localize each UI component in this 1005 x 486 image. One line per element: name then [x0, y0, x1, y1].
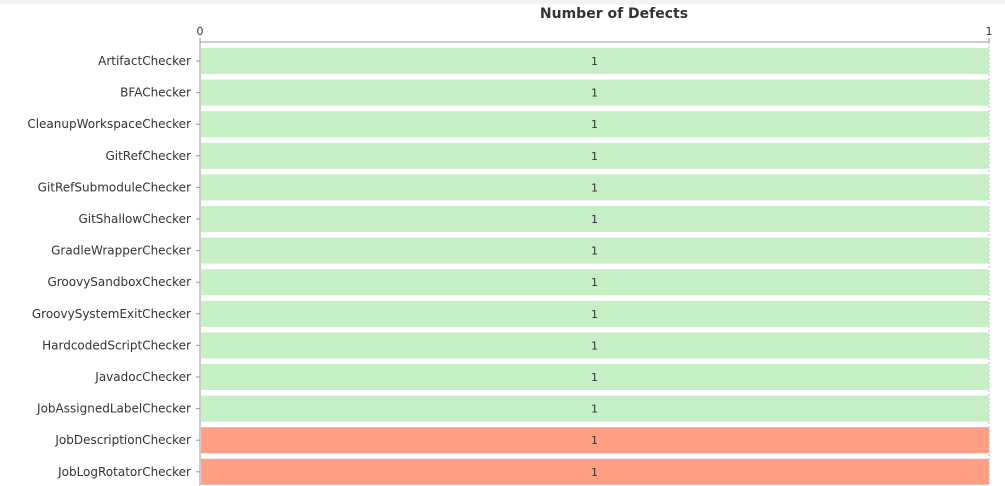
bar-row: GroovySystemExitChecker 1 [32, 300, 989, 327]
bar-value-label: 1 [591, 434, 598, 447]
bar-row: BFAChecker 1 [120, 79, 989, 106]
category-label: GitShallowChecker [78, 212, 191, 226]
bar-row: JobAssignedLabelChecker 1 [36, 395, 989, 422]
x-axis-title: Number of Defects [540, 6, 688, 22]
x-tick-label: 1 [986, 25, 993, 38]
bar-value-label: 1 [591, 371, 598, 384]
category-label: GroovySandboxChecker [47, 275, 191, 289]
category-label: JobLogRotatorChecker [57, 465, 191, 479]
category-label: GitRefSubmoduleChecker [38, 180, 191, 194]
bar-row: JavadocChecker 1 [94, 364, 989, 390]
bar-value-label: 1 [591, 181, 598, 194]
bar-row: JobDescriptionChecker 1 [54, 427, 989, 454]
bar-row: GitShallowChecker 1 [78, 206, 989, 232]
category-label: JobAssignedLabelChecker [36, 402, 191, 416]
bar-row: GradleWrapperChecker 1 [51, 237, 989, 264]
bar-value-label: 1 [591, 276, 598, 289]
category-label: ArtifactChecker [98, 54, 191, 68]
bar-row: GitRefSubmoduleChecker 1 [38, 174, 989, 201]
bar-value-label: 1 [591, 118, 598, 131]
category-label: GradleWrapperChecker [51, 244, 191, 258]
category-label: BFAChecker [120, 86, 191, 100]
x-tick-label: 0 [197, 25, 204, 38]
category-label: GroovySystemExitChecker [32, 307, 191, 321]
category-label: CleanupWorkspaceChecker [27, 117, 191, 131]
bars: ArtifactChecker 1BFAChecker 1CleanupWorksp… [27, 48, 989, 485]
bar-row: JobLogRotatorChecker 1 [57, 458, 989, 485]
category-label: JobDescriptionChecker [54, 433, 191, 447]
bar-value-label: 1 [591, 466, 598, 479]
bar-row: GroovySandboxChecker 1 [47, 269, 989, 296]
bar-value-label: 1 [591, 87, 598, 100]
bar-value-label: 1 [591, 308, 598, 321]
bar-value-label: 1 [591, 403, 598, 416]
bar-row: ArtifactChecker 1 [98, 48, 989, 74]
bar-value-label: 1 [591, 213, 598, 226]
bar-value-label: 1 [591, 245, 598, 258]
defects-chart: Number of Defects 01 ArtifactChecker 1 BFA… [0, 0, 1005, 486]
category-label: HardcodedScriptChecker [42, 338, 191, 352]
bar-chart-svg: Number of Defects 01 ArtifactChecker 1BFA… [0, 0, 1005, 486]
top-strip [0, 0, 1005, 4]
bar-value-label: 1 [591, 150, 598, 163]
bar-value-label: 1 [591, 55, 598, 68]
bar-value-label: 1 [591, 339, 598, 352]
category-label: GitRefChecker [105, 149, 191, 163]
category-label: JavadocChecker [94, 370, 191, 384]
bar-row: CleanupWorkspaceChecker 1 [27, 111, 989, 138]
bar-row: HardcodedScriptChecker 1 [42, 332, 989, 359]
bar-row: GitRefChecker 1 [105, 142, 989, 169]
